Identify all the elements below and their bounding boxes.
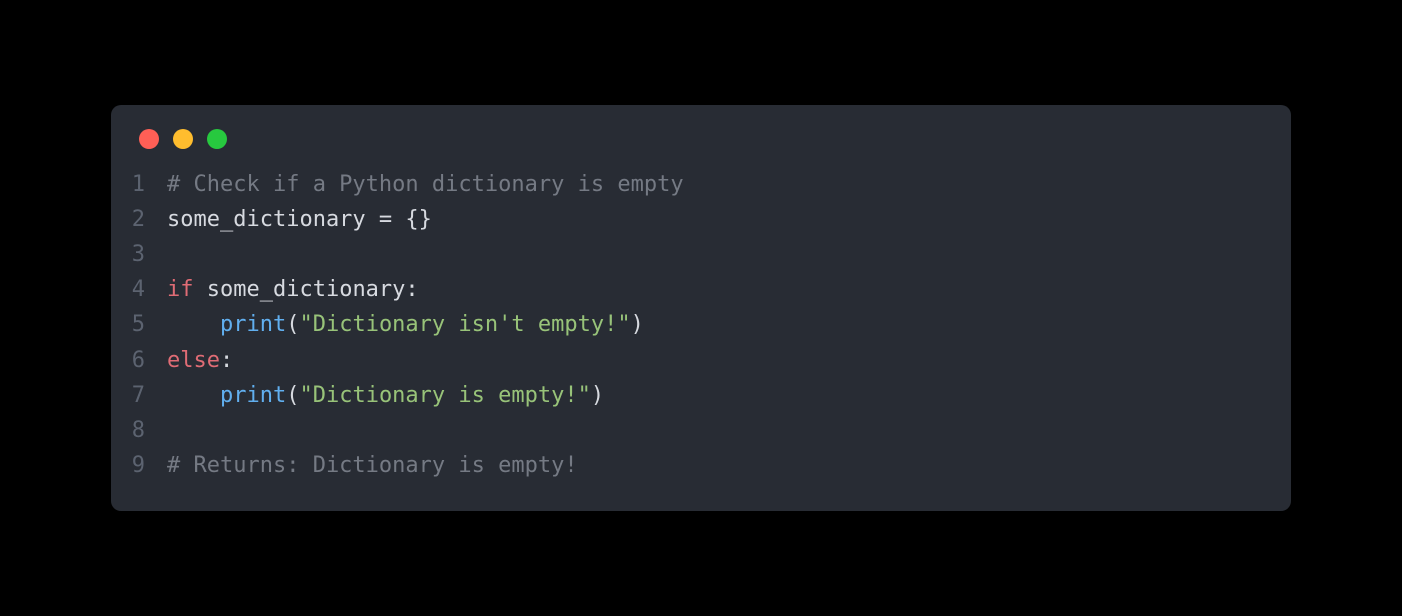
code-line: 6else: <box>111 343 1291 378</box>
code-token: # Returns: Dictionary is empty! <box>167 453 578 478</box>
line-number: 2 <box>111 202 167 237</box>
window-titlebar <box>111 129 1291 167</box>
zoom-icon[interactable] <box>207 129 227 149</box>
line-number: 1 <box>111 167 167 202</box>
code-token: ( <box>286 312 299 337</box>
line-content: print("Dictionary is empty!") <box>167 378 1291 413</box>
line-number: 4 <box>111 272 167 307</box>
line-number: 5 <box>111 307 167 342</box>
code-token: if <box>167 277 194 302</box>
code-line: 5 print("Dictionary isn't empty!") <box>111 307 1291 342</box>
code-token: some_dictionary <box>194 277 406 302</box>
code-token: print <box>220 312 286 337</box>
code-token: # Check if a Python dictionary is empty <box>167 172 684 197</box>
code-token <box>392 207 405 232</box>
code-token: = <box>379 207 392 232</box>
code-token: "Dictionary isn't empty!" <box>299 312 630 337</box>
line-number: 7 <box>111 378 167 413</box>
line-content: else: <box>167 343 1291 378</box>
line-number: 6 <box>111 343 167 378</box>
code-token: : <box>405 277 418 302</box>
code-token <box>167 383 220 408</box>
line-number: 3 <box>111 237 167 272</box>
line-content <box>167 237 1291 272</box>
minimize-icon[interactable] <box>173 129 193 149</box>
line-content: print("Dictionary isn't empty!") <box>167 307 1291 342</box>
line-content <box>167 413 1291 448</box>
code-token: some_dictionary <box>167 207 379 232</box>
line-content: # Check if a Python dictionary is empty <box>167 167 1291 202</box>
line-content: if some_dictionary: <box>167 272 1291 307</box>
code-token: ) <box>631 312 644 337</box>
code-line: 1# Check if a Python dictionary is empty <box>111 167 1291 202</box>
code-token: : <box>220 348 233 373</box>
close-icon[interactable] <box>139 129 159 149</box>
code-token: else <box>167 348 220 373</box>
code-line: 7 print("Dictionary is empty!") <box>111 378 1291 413</box>
code-line: 3 <box>111 237 1291 272</box>
code-line: 4if some_dictionary: <box>111 272 1291 307</box>
line-content: # Returns: Dictionary is empty! <box>167 448 1291 483</box>
code-token: {} <box>405 207 432 232</box>
code-line: 2some_dictionary = {} <box>111 202 1291 237</box>
line-number: 8 <box>111 413 167 448</box>
code-line: 8 <box>111 413 1291 448</box>
code-token: ( <box>286 383 299 408</box>
code-window: 1# Check if a Python dictionary is empty… <box>111 105 1291 512</box>
line-number: 9 <box>111 448 167 483</box>
code-token: print <box>220 383 286 408</box>
code-token: ) <box>591 383 604 408</box>
code-token <box>167 312 220 337</box>
line-content: some_dictionary = {} <box>167 202 1291 237</box>
code-block[interactable]: 1# Check if a Python dictionary is empty… <box>111 167 1291 484</box>
code-token: "Dictionary is empty!" <box>299 383 590 408</box>
code-line: 9# Returns: Dictionary is empty! <box>111 448 1291 483</box>
